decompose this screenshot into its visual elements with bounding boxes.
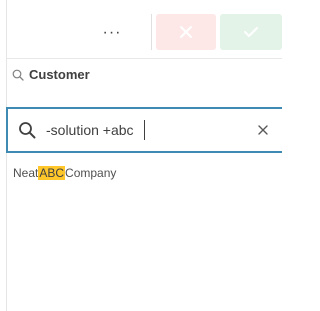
field-title: Customer: [29, 67, 90, 82]
list-item-match-highlight: ABC: [38, 166, 66, 180]
close-icon: [180, 26, 192, 38]
text-caret: [144, 120, 145, 140]
cancel-selection-button[interactable]: [156, 14, 216, 50]
confirm-selection-button[interactable]: [220, 14, 282, 50]
list-item[interactable]: Neat ABC Company: [7, 160, 282, 186]
search-icon: [19, 122, 36, 139]
clear-search-button[interactable]: [248, 109, 278, 151]
check-icon: [244, 27, 258, 37]
list-item-text-after: Company: [65, 166, 117, 180]
list-item-text-before: Neat: [13, 166, 39, 180]
toolbar-divider: [151, 14, 152, 50]
close-icon: [258, 125, 268, 135]
search-input[interactable]: [46, 118, 248, 142]
search-icon: [12, 69, 24, 81]
selection-toolbar: ···: [7, 0, 282, 58]
listbox-panel: ··· Customer -solution +abc Neat ABC Com…: [0, 0, 282, 311]
more-options-button[interactable]: ···: [95, 20, 129, 46]
search-input-icon-wrap: [10, 109, 44, 151]
listbox-header: Customer: [7, 58, 282, 90]
